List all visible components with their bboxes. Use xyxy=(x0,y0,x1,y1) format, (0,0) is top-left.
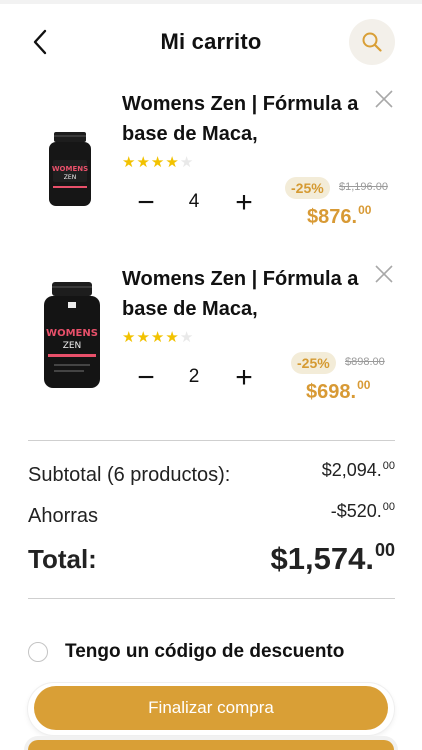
secondary-button-peek[interactable] xyxy=(28,740,394,750)
star-rating: ★★★★★ xyxy=(122,153,194,171)
search-icon xyxy=(362,32,382,52)
quantity-value: 2 xyxy=(188,366,200,387)
increase-quantity-button[interactable]: + xyxy=(226,360,262,396)
decrease-quantity-button[interactable]: − xyxy=(128,360,164,396)
discount-badge: -25% xyxy=(291,352,336,374)
quantity-value: 4 xyxy=(188,191,200,212)
savings-label: Ahorras xyxy=(28,505,99,527)
savings-cents: 00 xyxy=(382,501,395,513)
product-image: WOMENS ZEN xyxy=(44,282,100,388)
sale-price: $876.00 xyxy=(307,203,371,229)
subtotal-cents: 00 xyxy=(382,460,395,472)
savings-value: -$520.00 xyxy=(331,501,395,522)
star-icon: ★ xyxy=(150,154,166,171)
star-icon: ★ xyxy=(136,329,151,346)
cart-item: WOMENS ZEN Womens Zen | Fórmula a base d… xyxy=(0,260,422,430)
svg-text:WOMENS: WOMENS xyxy=(46,328,98,339)
discount-badge: -25% xyxy=(285,177,330,199)
sale-price-main: $876. xyxy=(307,206,358,228)
quantity-stepper: − 4 + xyxy=(128,185,268,221)
subtotal-label: Subtotal (6 productos): xyxy=(28,464,231,486)
star-icon: ★ xyxy=(165,154,180,171)
quantity-stepper: − 2 + xyxy=(128,360,268,396)
header: Mi carrito xyxy=(0,18,422,66)
total-label: Total: xyxy=(28,544,97,574)
remove-item-button[interactable] xyxy=(372,262,396,286)
subtotal-value: $2,094.00 xyxy=(322,460,395,481)
close-icon xyxy=(375,90,393,108)
coupon-radio[interactable] xyxy=(28,642,48,662)
total-value: $1,574.00 xyxy=(271,540,395,577)
cart-item: WOMENS ZEN Womens Zen | Fórmula a base d… xyxy=(0,85,422,255)
sale-price: $698.00 xyxy=(306,378,370,404)
star-icon: ★ xyxy=(150,329,166,346)
star-icon: ★ xyxy=(179,329,195,346)
star-icon: ★ xyxy=(179,154,195,171)
checkout-button-container: Finalizar compra xyxy=(28,683,394,735)
star-icon: ★ xyxy=(122,329,137,346)
product-name[interactable]: Womens Zen | Fórmula a base de Maca, xyxy=(122,264,372,324)
svg-text:ZEN: ZEN xyxy=(63,341,82,351)
sale-price-cents: 00 xyxy=(357,378,371,392)
sale-price-cents: 00 xyxy=(358,203,372,217)
original-price: $898.00 xyxy=(345,356,385,368)
star-icon: ★ xyxy=(122,154,137,171)
total-cents: 00 xyxy=(374,540,395,560)
star-rating: ★★★★★ xyxy=(122,328,194,346)
product-image: WOMENS ZEN xyxy=(49,132,91,206)
star-icon: ★ xyxy=(136,154,151,171)
product-name[interactable]: Womens Zen | Fórmula a base de Maca, xyxy=(122,89,372,149)
svg-text:WOMENS: WOMENS xyxy=(52,165,88,173)
close-icon xyxy=(375,265,393,283)
savings-main: -$520. xyxy=(330,501,382,521)
divider xyxy=(28,598,395,599)
coupon-label: Tengo un código de descuento xyxy=(65,641,345,662)
status-strip xyxy=(0,0,422,4)
coupon-option[interactable]: Tengo un código de descuento xyxy=(28,638,408,666)
total-main: $1,574. xyxy=(270,541,374,576)
sale-price-main: $698. xyxy=(306,381,357,403)
divider xyxy=(28,440,395,441)
increase-quantity-button[interactable]: + xyxy=(226,185,262,221)
subtotal-main: $2,094. xyxy=(321,460,382,480)
decrease-quantity-button[interactable]: − xyxy=(128,185,164,221)
search-button[interactable] xyxy=(349,19,395,65)
svg-text:ZEN: ZEN xyxy=(64,174,76,181)
star-icon: ★ xyxy=(165,329,180,346)
remove-item-button[interactable] xyxy=(372,87,396,111)
checkout-button[interactable]: Finalizar compra xyxy=(34,686,388,730)
original-price: $1,196.00 xyxy=(339,181,388,193)
